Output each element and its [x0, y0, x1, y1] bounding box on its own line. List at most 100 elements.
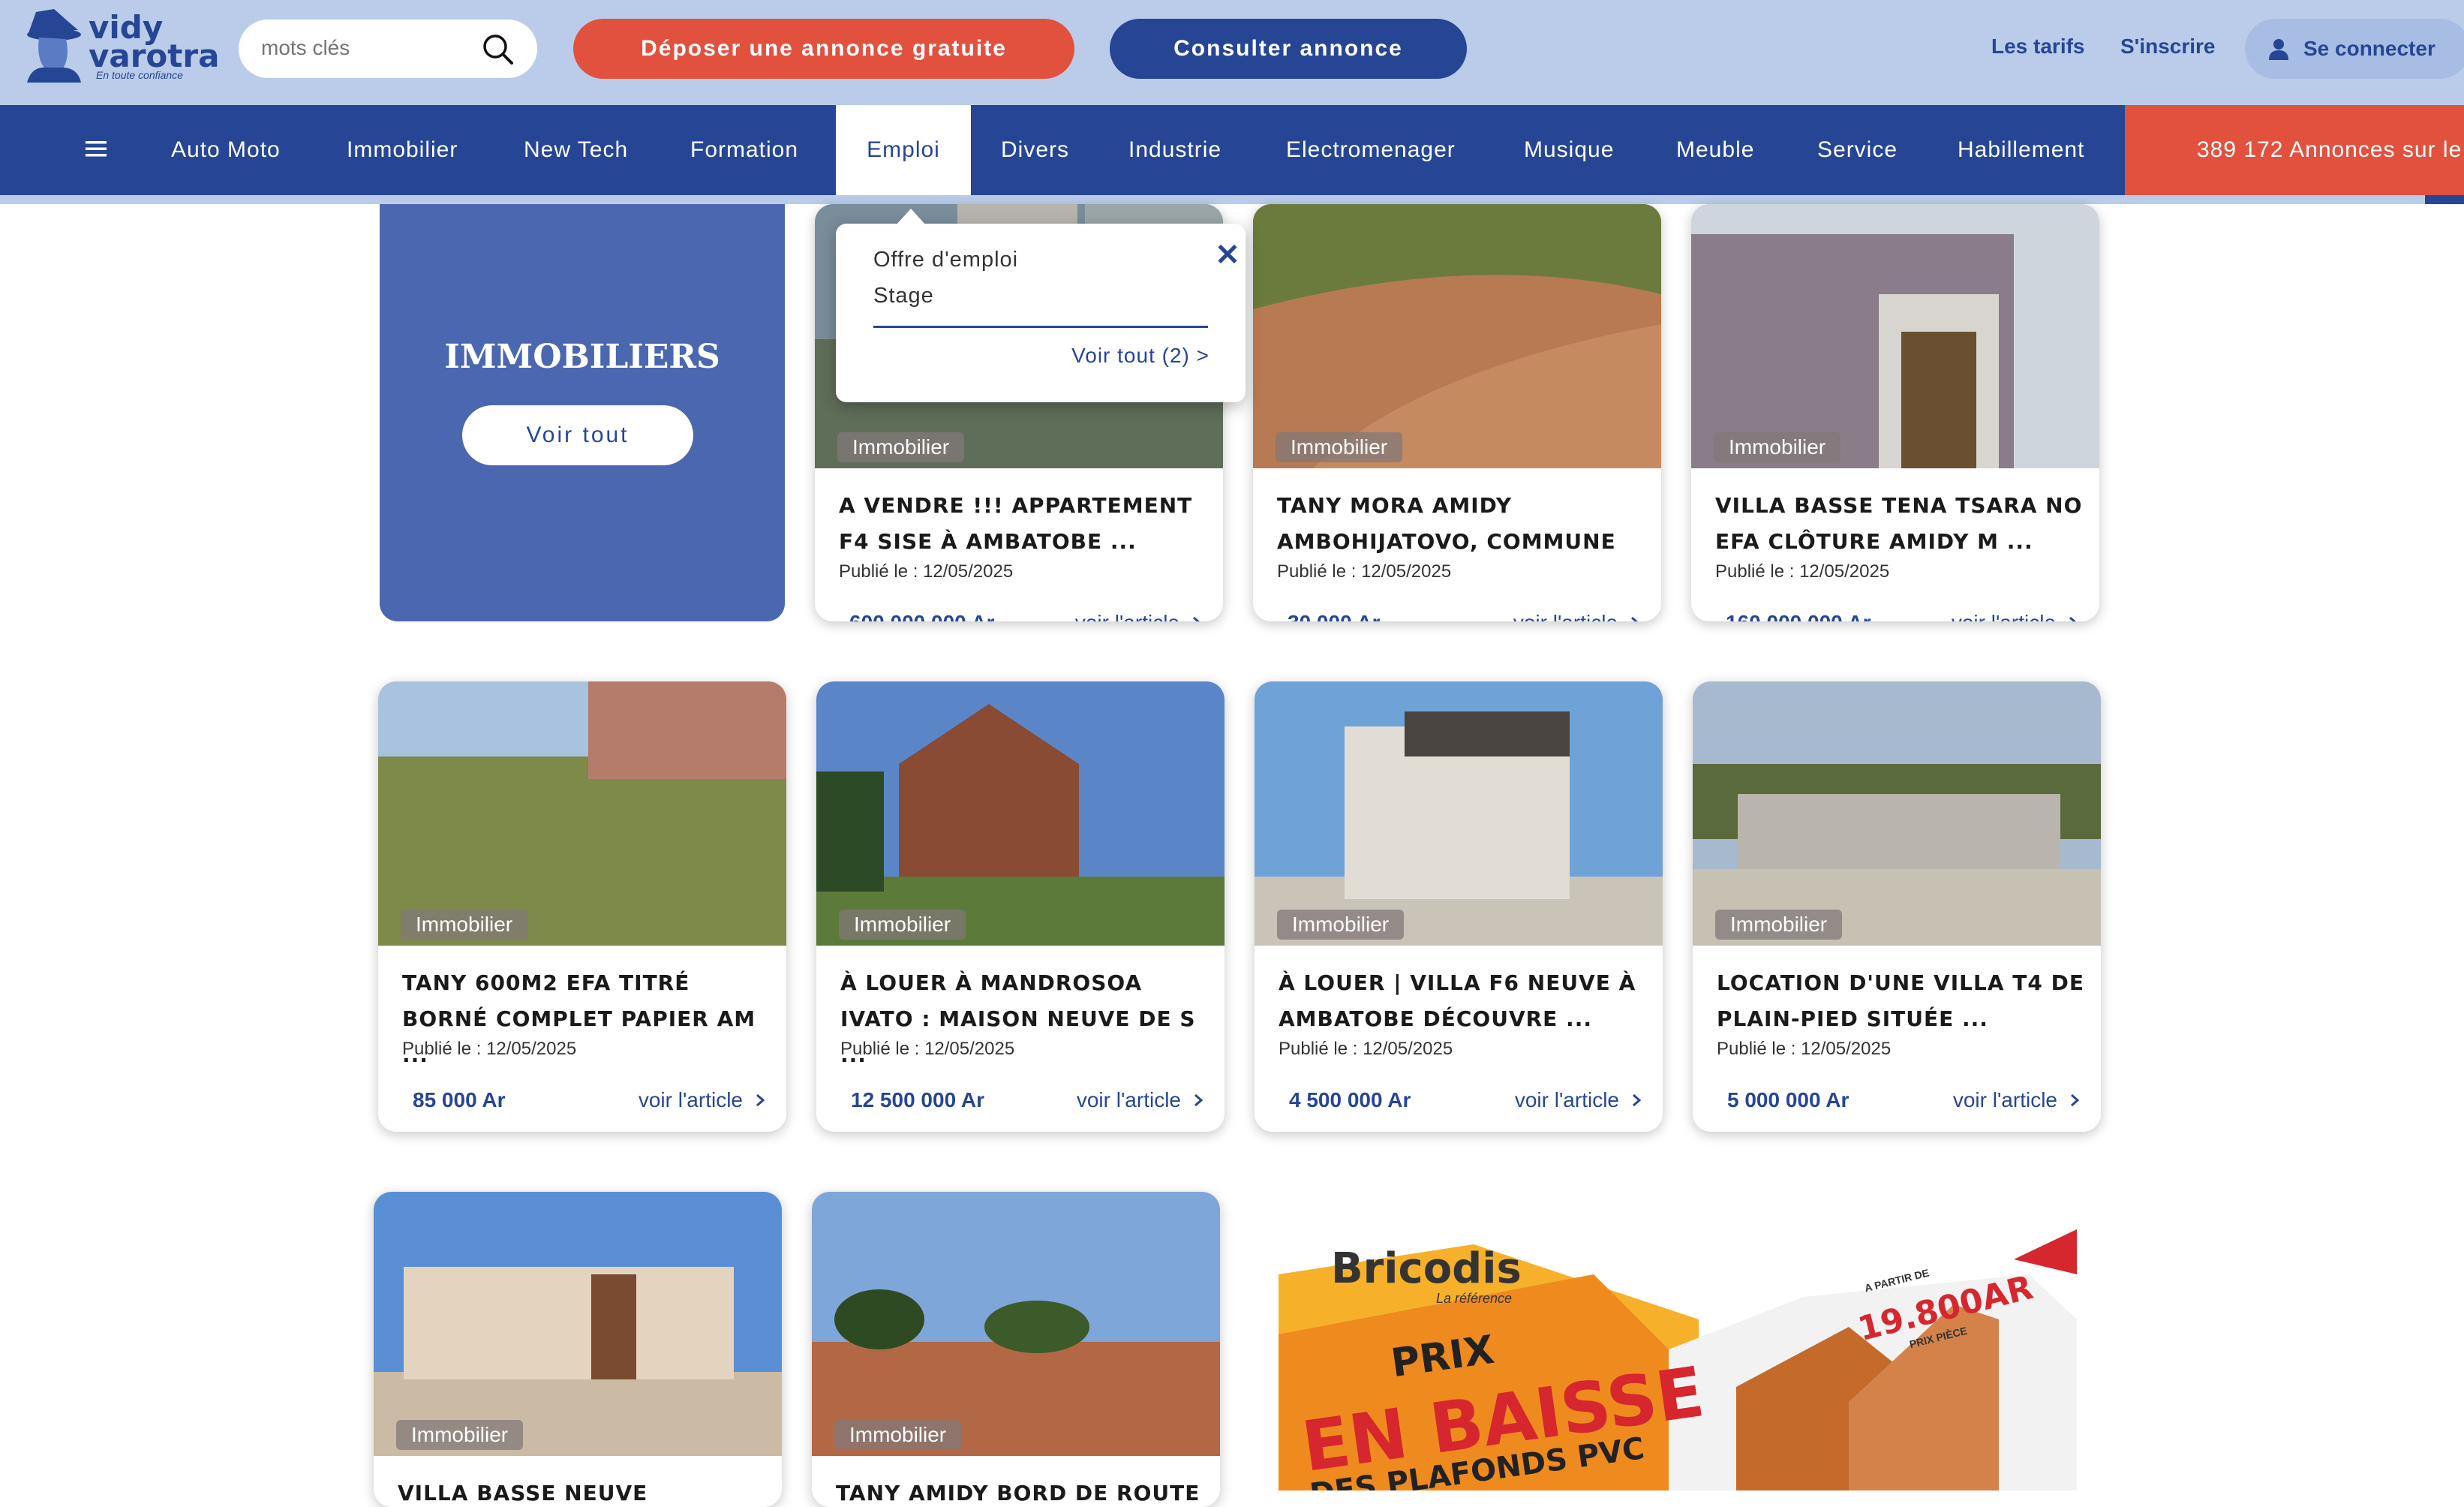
dropdown-divider [873, 326, 1208, 328]
post-ad-button[interactable]: Déposer une annonce gratuite [573, 19, 1074, 79]
see-article-link[interactable]: voir l'article [639, 1088, 765, 1112]
listing-card[interactable]: Immobilier À LOUER À MANDROSOA IVATO : M… [816, 681, 1224, 1132]
listing-date: Publié le : 12/05/2025 [402, 1039, 577, 1059]
dropdown-item-offre-emploi[interactable]: Offre d'emploi [873, 248, 1018, 272]
category-badge: Immobilier [1276, 432, 1403, 462]
listing-photo [812, 1192, 1220, 1456]
listing-title[interactable]: À LOUER | VILLA F6 NEUVE À AMBATOBE DÉCO… [1279, 965, 1646, 1037]
listing-photo [374, 1192, 782, 1456]
see-article-link[interactable]: voir l'article [1515, 1088, 1642, 1112]
emploi-dropdown: ✕ Offre d'emploi Stage Voir tout (2) > [836, 209, 1246, 402]
nav-underline [0, 195, 2464, 204]
listing-price: 5 000 000 Ar [1727, 1088, 1850, 1111]
see-article-link[interactable]: voir l'article [1953, 1088, 2080, 1112]
pricing-link[interactable]: Les tarifs [1991, 35, 2085, 59]
listing-card[interactable]: Immobilier VILLA BASSE TENA TSARA NO EFA… [1691, 204, 2099, 621]
listing-card[interactable]: Immobilier TANY AMIDY BORD DE ROUTE [812, 1192, 1220, 1507]
category-badge: Immobilier [1714, 432, 1841, 462]
detective-logo-icon [27, 9, 81, 83]
nav-item-habillement[interactable]: Habillement [1958, 105, 2084, 195]
see-article-label: voir l'article [1952, 1088, 2057, 1111]
nav-item-immobilier[interactable]: Immobilier [347, 105, 458, 195]
nav-item-industrie[interactable]: Industrie [1128, 105, 1221, 195]
logo-text: vidy varotra [89, 9, 220, 74]
see-article-label: voir l'article [1514, 1088, 1619, 1111]
listing-card[interactable]: Immobilier À LOUER | VILLA F6 NEUVE À AM… [1255, 681, 1663, 1132]
see-article-label: voir l'article [1076, 1088, 1181, 1111]
nav-item-musique[interactable]: Musique [1524, 105, 1614, 195]
category-badge: Immobilier [396, 1420, 524, 1450]
listing-title[interactable]: TANY MORA AMIDY AMBOHIJATOVO, COMMUNE [1277, 488, 1645, 560]
nav-item-meuble[interactable]: Meuble [1676, 105, 1754, 195]
listing-photo [1255, 681, 1663, 946]
search-input[interactable] [261, 33, 471, 63]
chevron-right-icon [1631, 616, 1638, 621]
ads-counter: 389 172 Annonces sur le [2125, 105, 2464, 195]
search-box [239, 20, 537, 78]
nav-item-divers[interactable]: Divers [1001, 105, 1069, 195]
listing-card[interactable]: Immobilier LOCATION D'UNE VILLA T4 DE PL… [1693, 681, 2101, 1132]
see-article-link[interactable]: voir l'article [1952, 611, 2078, 621]
see-article-link[interactable]: voir l'article [1077, 1088, 1203, 1112]
listing-date: Publié le : 12/05/2025 [1279, 1039, 1453, 1059]
nav-item-service[interactable]: Service [1817, 105, 1898, 195]
dropdown-see-all-link[interactable]: Voir tout (2) > [1071, 344, 1209, 368]
listing-date: Publié le : 12/05/2025 [840, 1039, 1015, 1059]
listing-price: 30 000 Ar [1288, 611, 1381, 621]
see-article-link[interactable]: voir l'article [1513, 611, 1640, 621]
advertisement-banner[interactable]: Bricodis La référence PRIX EN BAISSE DES… [1279, 1229, 2077, 1490]
nav-item-auto-moto[interactable]: Auto Moto [171, 105, 281, 195]
see-article-label: voir l'article [1075, 611, 1179, 621]
chevron-right-icon [2071, 1093, 2080, 1107]
site-logo[interactable]: vidy varotra En toute confiance [21, 8, 219, 90]
nav-underline-accent [2425, 195, 2464, 204]
login-button[interactable]: Se connecter [2245, 19, 2464, 79]
dropdown-item-stage[interactable]: Stage [873, 284, 934, 308]
dropdown-arrow [896, 209, 926, 225]
category-badge: Immobilier [401, 910, 528, 940]
search-icon[interactable] [482, 33, 515, 66]
listing-card[interactable]: Immobilier TANY MORA AMIDY AMBOHIJATOVO,… [1253, 204, 1661, 621]
hamburger-menu-icon[interactable] [83, 135, 110, 162]
category-badge: Immobilier [839, 910, 966, 940]
category-nav: Auto Moto Immobilier New Tech Formation … [0, 105, 2464, 195]
listing-photo [1693, 681, 2101, 946]
listing-date: Publié le : 12/05/2025 [1715, 561, 1890, 582]
listing-title[interactable]: TANY AMIDY BORD DE ROUTE [836, 1475, 1203, 1507]
listing-title[interactable]: LOCATION D'UNE VILLA T4 DE PLAIN-PIED SI… [1717, 965, 2084, 1037]
consult-ad-button[interactable]: Consulter annonce [1110, 19, 1467, 79]
listing-photo [1691, 204, 2099, 468]
category-badge: Immobilier [837, 432, 965, 462]
listing-date: Publié le : 12/05/2025 [1717, 1039, 1892, 1059]
listing-date: Publié le : 12/05/2025 [839, 561, 1014, 582]
listing-card[interactable]: Immobilier TANY 600M2 EFA TITRÉ BORNÉ CO… [378, 681, 786, 1132]
ad-brand-tag: La référence [1436, 1291, 1513, 1306]
listing-price: 12 500 000 Ar [851, 1088, 984, 1111]
listing-card[interactable]: Immobilier VILLA BASSE NEUVE [374, 1192, 782, 1507]
see-article-link[interactable]: voir l'article [1075, 611, 1202, 621]
listing-title[interactable]: VILLA BASSE TENA TSARA NO EFA CLÔTURE AM… [1715, 488, 2083, 560]
chevron-right-icon [2069, 616, 2076, 621]
nav-item-electromenager[interactable]: Electromenager [1286, 105, 1456, 195]
category-badge: Immobilier [1277, 910, 1405, 940]
nav-item-emploi[interactable]: Emploi [836, 105, 971, 195]
user-icon [2269, 39, 2288, 60]
nav-item-formation[interactable]: Formation [690, 105, 798, 195]
category-badge: Immobilier [1715, 910, 1843, 940]
promo-see-all-button[interactable]: Voir tout [462, 405, 693, 465]
listing-date: Publié le : 12/05/2025 [1277, 561, 1452, 582]
signup-link[interactable]: S'inscrire [2120, 35, 2216, 59]
close-icon[interactable]: ✕ [1212, 240, 1243, 270]
chevron-right-icon [1194, 1093, 1203, 1107]
listing-price: 4 500 000 Ar [1289, 1088, 1411, 1111]
category-promo: IMMOBILIERS Voir tout [380, 204, 785, 621]
see-article-label: voir l'article [638, 1088, 743, 1111]
listing-title[interactable]: A VENDRE !!! APPARTEMENT F4 SISE À AMBAT… [839, 488, 1206, 560]
site-header: vidyvarotra En toute confiance Déposer u… [0, 0, 2464, 105]
listing-title[interactable]: VILLA BASSE NEUVE [398, 1475, 765, 1507]
logo-tagline: En toute confiance [96, 69, 183, 81]
nav-item-new-tech[interactable]: New Tech [524, 105, 628, 195]
category-badge: Immobilier [834, 1420, 962, 1450]
listing-price: 160 000 000 Ar [1726, 611, 1871, 621]
ad-brand: Bricodis [1331, 1244, 1522, 1293]
